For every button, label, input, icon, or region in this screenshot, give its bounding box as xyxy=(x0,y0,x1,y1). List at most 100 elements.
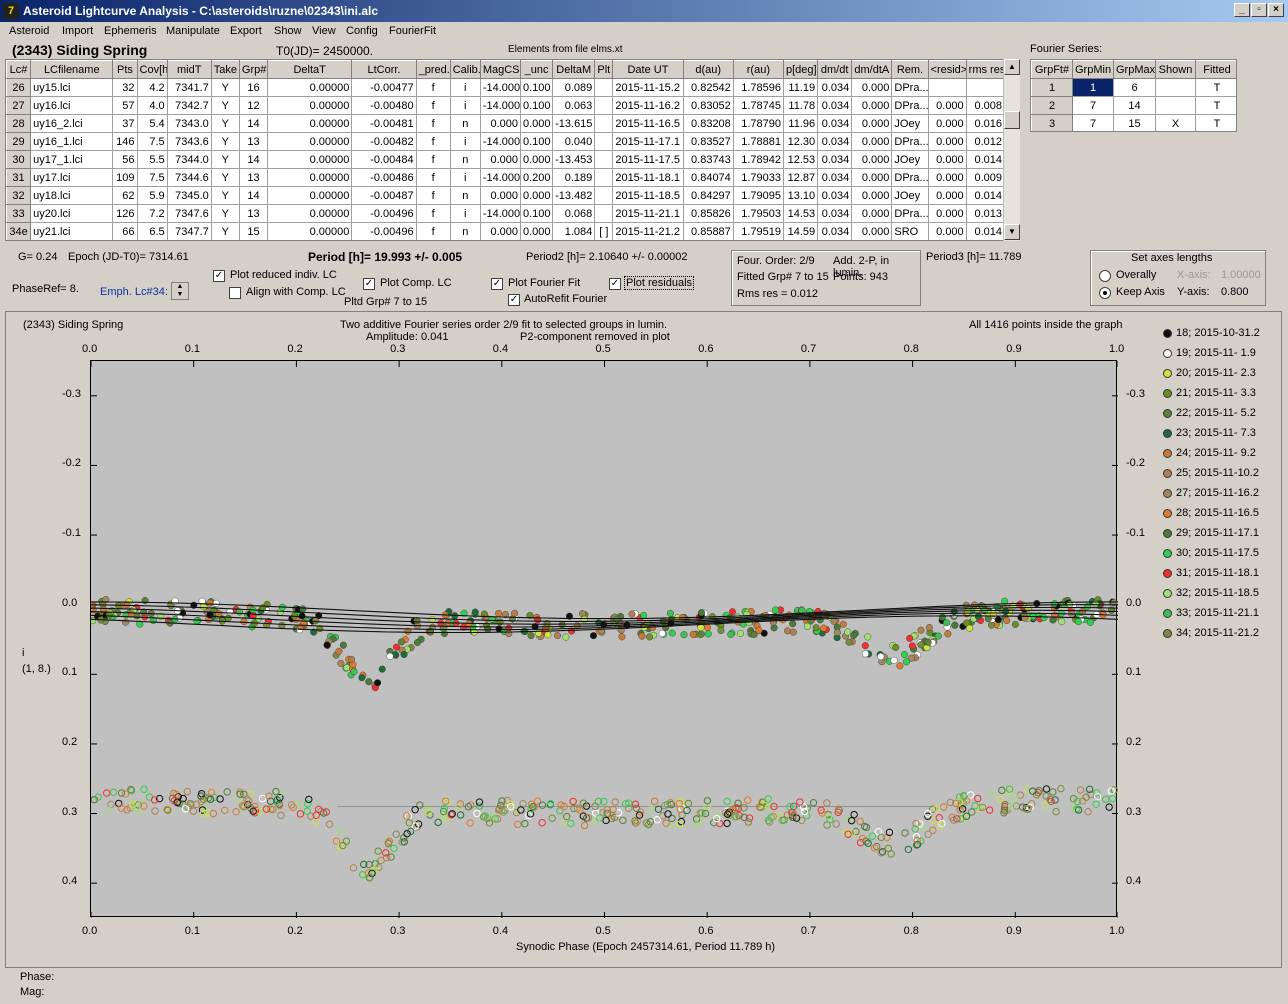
lc-table-row[interactable]: 34e uy21.lci 66 6.5 7347.7 Y 15 0.00000 -0.00496… xyxy=(6,222,1003,240)
lc-table-cell[interactable]: 7345.0 xyxy=(166,186,212,205)
maximize-icon[interactable]: ▫ xyxy=(1251,3,1267,17)
lc-table-cell[interactable]: n xyxy=(449,222,481,240)
lc-table-cell[interactable]: 4.0 xyxy=(136,96,168,115)
f-table-cell[interactable]: 1 xyxy=(1072,78,1114,97)
lc-table-cell[interactable]: -0.00486 xyxy=(351,168,417,187)
lc-table-cell[interactable]: f xyxy=(415,150,451,169)
lc-table-cell[interactable]: JOey xyxy=(891,150,929,169)
lc-table-cell[interactable]: -0.00480 xyxy=(351,96,417,115)
lc-table-cell[interactable]: 2015-11-18.5 xyxy=(612,186,684,205)
y-axis-value[interactable]: 0.800 xyxy=(1221,286,1249,298)
lc-table-cell[interactable]: 0.83052 xyxy=(682,96,734,115)
lc-table-cell[interactable]: 0.000 xyxy=(519,114,554,133)
lc-table-cell[interactable]: 13 xyxy=(238,168,269,187)
menu-show[interactable]: Show xyxy=(274,25,302,37)
lc-table-cell[interactable]: uy21.lci xyxy=(30,222,114,240)
lc-table-cell[interactable]: 0.100 xyxy=(519,204,554,223)
lc-table-cell[interactable]: 1.79503 xyxy=(732,204,784,223)
lc-table-cell[interactable]: 2015-11-17.1 xyxy=(612,132,684,151)
menu-config[interactable]: Config xyxy=(346,25,378,37)
lc-table-cell[interactable]: 0.008 xyxy=(965,96,1003,115)
lc-table-row[interactable]: 33 uy20.lci 126 7.2 7347.6 Y 13 0.00000 -0.00496… xyxy=(6,204,1003,223)
lc-table-cell[interactable]: 0.034 xyxy=(817,150,853,169)
lc-table-cell[interactable]: n xyxy=(449,150,481,169)
lc-table-cell[interactable]: uy16_2.lci xyxy=(30,114,114,133)
lc-table-cell[interactable]: 1.78881 xyxy=(732,132,784,151)
lc-table-cell[interactable]: 12 xyxy=(238,96,269,115)
lc-table-cell[interactable]: f xyxy=(415,114,451,133)
lc-table-cell[interactable]: 0.000 xyxy=(479,114,521,133)
lc-table-cell[interactable]: -13.482 xyxy=(552,186,596,205)
lc-table-cell[interactable]: 0.83527 xyxy=(682,132,734,151)
lc-col-header[interactable]: Date UT xyxy=(612,60,684,79)
menu-view[interactable]: View xyxy=(312,25,336,37)
lc-table-cell[interactable]: 33 xyxy=(6,204,32,223)
lc-table-cell[interactable]: uy15.lci xyxy=(30,78,114,97)
lc-table-cell[interactable]: 0.83743 xyxy=(682,150,734,169)
f-table-cell[interactable]: 7 xyxy=(1072,114,1114,131)
lc-table-cell[interactable]: 27 xyxy=(6,96,32,115)
lc-table-cell[interactable]: 0.016 xyxy=(965,114,1003,133)
f-table-row[interactable]: 2 7 14 T xyxy=(1031,96,1236,115)
menu-fourierfit[interactable]: FourierFit xyxy=(389,25,436,37)
lc-table-cell[interactable]: 0.84074 xyxy=(682,168,734,187)
emph-lc-spinner[interactable]: ▲ ▼ xyxy=(171,282,189,300)
lc-col-header[interactable]: dm/dt xyxy=(817,60,853,79)
lc-table-cell[interactable]: 1.79519 xyxy=(732,222,784,240)
lc-table-cell[interactable]: 1.084 xyxy=(552,222,596,240)
lc-table-cell[interactable]: 4.2 xyxy=(136,78,168,97)
lc-table-cell[interactable]: Y xyxy=(210,78,240,97)
f-table-cell[interactable]: T xyxy=(1195,78,1236,97)
lc-table-cell[interactable]: 109 xyxy=(112,168,138,187)
f-col-header[interactable]: GrpMax xyxy=(1113,60,1156,79)
lc-table-cell[interactable]: 14 xyxy=(238,150,269,169)
f-table-cell[interactable]: 1 xyxy=(1031,78,1073,97)
lc-table-cell[interactable]: 0.85826 xyxy=(682,204,734,223)
lc-table-cell[interactable] xyxy=(594,78,614,97)
f-table-cell[interactable]: 2 xyxy=(1031,96,1073,115)
lc-table-cell[interactable]: 30 xyxy=(6,150,32,169)
lc-table-cell[interactable]: 28 xyxy=(6,114,32,133)
lc-table-cell[interactable]: 0.00000 xyxy=(267,204,353,223)
f-table-cell[interactable]: X xyxy=(1155,114,1196,131)
lc-table-cell[interactable]: 7.2 xyxy=(136,204,168,223)
lc-table-cell[interactable]: i xyxy=(449,168,481,187)
lc-table-cell[interactable]: DPra... xyxy=(891,96,929,115)
lc-table-cell[interactable] xyxy=(594,132,614,151)
lc-table-cell[interactable]: Y xyxy=(210,96,240,115)
lc-table-row[interactable]: 27 uy16.lci 57 4.0 7342.7 Y 12 0.00000 -0.00480 f… xyxy=(6,96,1003,115)
lc-table-cell[interactable] xyxy=(594,96,614,115)
lc-table-cell[interactable]: 34e xyxy=(6,222,32,240)
lc-col-header[interactable]: Calib. xyxy=(449,60,481,79)
lc-table-cell[interactable]: 7343.6 xyxy=(166,132,212,151)
lc-col-header[interactable]: Take xyxy=(210,60,240,79)
lc-table-cell[interactable]: 14 xyxy=(238,186,269,205)
f-col-header[interactable]: Fitted xyxy=(1195,60,1236,79)
lc-table-cell[interactable]: 0.00000 xyxy=(267,78,353,97)
lc-table-cell[interactable]: i xyxy=(449,132,481,151)
lc-table-cell[interactable]: -14.000 xyxy=(479,132,521,151)
lc-table-cell[interactable]: 15 xyxy=(238,222,269,240)
lc-col-header[interactable]: MagCS xyxy=(479,60,521,79)
lc-table-cell[interactable]: 0.00000 xyxy=(267,150,353,169)
lc-table-cell[interactable]: Y xyxy=(210,132,240,151)
f-table-cell[interactable]: T xyxy=(1195,114,1236,131)
lc-col-header[interactable]: <resid> xyxy=(927,60,967,79)
lc-table-cell[interactable]: 126 xyxy=(112,204,138,223)
lc-table-cell[interactable]: 0.84297 xyxy=(682,186,734,205)
lc-table-cell[interactable]: 0.83208 xyxy=(682,114,734,133)
lc-col-header[interactable]: Grp# xyxy=(238,60,269,79)
lc-table-cell[interactable]: 0.000 xyxy=(851,168,893,187)
lc-table-cell[interactable]: 0.000 xyxy=(479,186,521,205)
lc-col-header[interactable]: _unc xyxy=(519,60,554,79)
lc-table-cell[interactable]: 0.012 xyxy=(965,132,1003,151)
lc-table-cell[interactable]: 0.100 xyxy=(519,132,554,151)
plot-residuals-checkbox[interactable]: ✓ xyxy=(609,278,621,290)
lc-table-cell[interactable]: 31 xyxy=(6,168,32,187)
lc-table-cell[interactable]: 0.000 xyxy=(927,222,967,240)
lc-table-cell[interactable]: 0.034 xyxy=(817,78,853,97)
lc-col-header[interactable]: _pred. xyxy=(415,60,451,79)
lc-table-cell[interactable]: -0.00484 xyxy=(351,150,417,169)
lc-table-cell[interactable]: 0.014 xyxy=(965,186,1003,205)
lc-table-cell[interactable]: 2015-11-15.2 xyxy=(612,78,684,97)
